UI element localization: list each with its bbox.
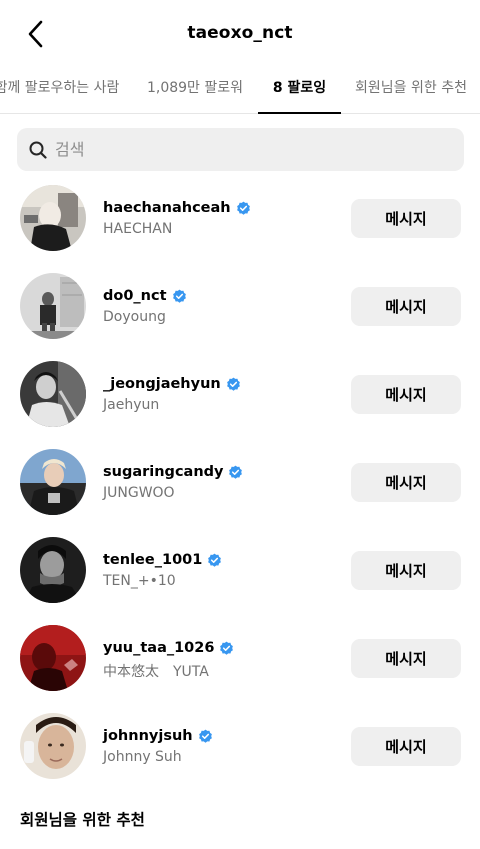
username[interactable]: johnnyjsuh (103, 728, 193, 744)
full-name: Doyoung (103, 309, 166, 325)
message-button[interactable]: 메시지 (351, 463, 461, 502)
tab-followers[interactable]: 1,089만 팔로워 (140, 68, 250, 113)
list-item[interactable]: do0_nct Doyoung 메시지 (0, 263, 480, 351)
page-title: taeoxo_nct (187, 23, 293, 43)
avatar[interactable] (20, 273, 86, 339)
list-item[interactable]: johnnyjsuh Johnny Suh 메시지 (0, 703, 480, 791)
list-item[interactable]: sugaringcandy JUNGWOO 메시지 (0, 439, 480, 527)
avatar[interactable] (20, 537, 86, 603)
verified-badge-icon (172, 289, 186, 303)
list-item[interactable]: _jeongjaehyun Jaehyun 메시지 (0, 351, 480, 439)
message-button[interactable]: 메시지 (351, 199, 461, 238)
username[interactable]: haechanahceah (103, 200, 231, 216)
active-tab-indicator (258, 112, 341, 114)
message-button[interactable]: 메시지 (351, 375, 461, 414)
message-button[interactable]: 메시지 (351, 639, 461, 678)
verified-badge-icon (220, 641, 234, 655)
full-name: TEN_+•10 (103, 573, 176, 589)
full-name: Johnny Suh (103, 749, 182, 765)
search-bar[interactable] (17, 128, 464, 171)
message-button[interactable]: 메시지 (351, 727, 461, 766)
tab-following[interactable]: 8 팔로잉 (258, 68, 341, 113)
avatar[interactable] (20, 449, 86, 515)
avatar[interactable] (20, 625, 86, 691)
message-button[interactable]: 메시지 (351, 287, 461, 326)
avatar[interactable] (20, 361, 86, 427)
header: taeoxo_nct (0, 0, 480, 68)
verified-badge-icon (229, 465, 243, 479)
verified-badge-icon (208, 553, 222, 567)
full-name: HAECHAN (103, 221, 173, 237)
tab-mutual-followers[interactable]: 함께 팔로우하는 사람 (0, 68, 122, 113)
full-name: JUNGWOO (103, 485, 175, 501)
username[interactable]: tenlee_1001 (103, 552, 202, 568)
tab-bar: 함께 팔로우하는 사람 1,089만 팔로워 8 팔로잉 회원님을 위한 추천 (0, 68, 480, 114)
verified-badge-icon (236, 201, 250, 215)
avatar[interactable] (20, 713, 86, 779)
username[interactable]: sugaringcandy (103, 464, 223, 480)
verified-badge-icon (226, 377, 240, 391)
verified-badge-icon (198, 729, 212, 743)
full-name: Jaehyun (103, 397, 160, 413)
search-icon (29, 141, 47, 159)
message-button[interactable]: 메시지 (351, 551, 461, 590)
following-list: haechanahceah HAECHAN 메시지 do0_nct Doyoun… (0, 175, 480, 791)
avatar[interactable] (20, 185, 86, 251)
username[interactable]: do0_nct (103, 288, 167, 304)
username[interactable]: yuu_taa_1026 (103, 640, 214, 656)
list-item[interactable]: yuu_taa_1026 中本悠太 YUTA 메시지 (0, 615, 480, 703)
list-item[interactable]: tenlee_1001 TEN_+•10 메시지 (0, 527, 480, 615)
list-item[interactable]: haechanahceah HAECHAN 메시지 (0, 175, 480, 263)
suggestions-heading: 회원님을 위한 추천 (20, 811, 145, 829)
username[interactable]: _jeongjaehyun (103, 376, 221, 392)
tab-suggested[interactable]: 회원님을 위한 추천 (350, 68, 472, 113)
search-input[interactable] (55, 140, 435, 159)
full-name: 中本悠太 YUTA (103, 664, 209, 680)
